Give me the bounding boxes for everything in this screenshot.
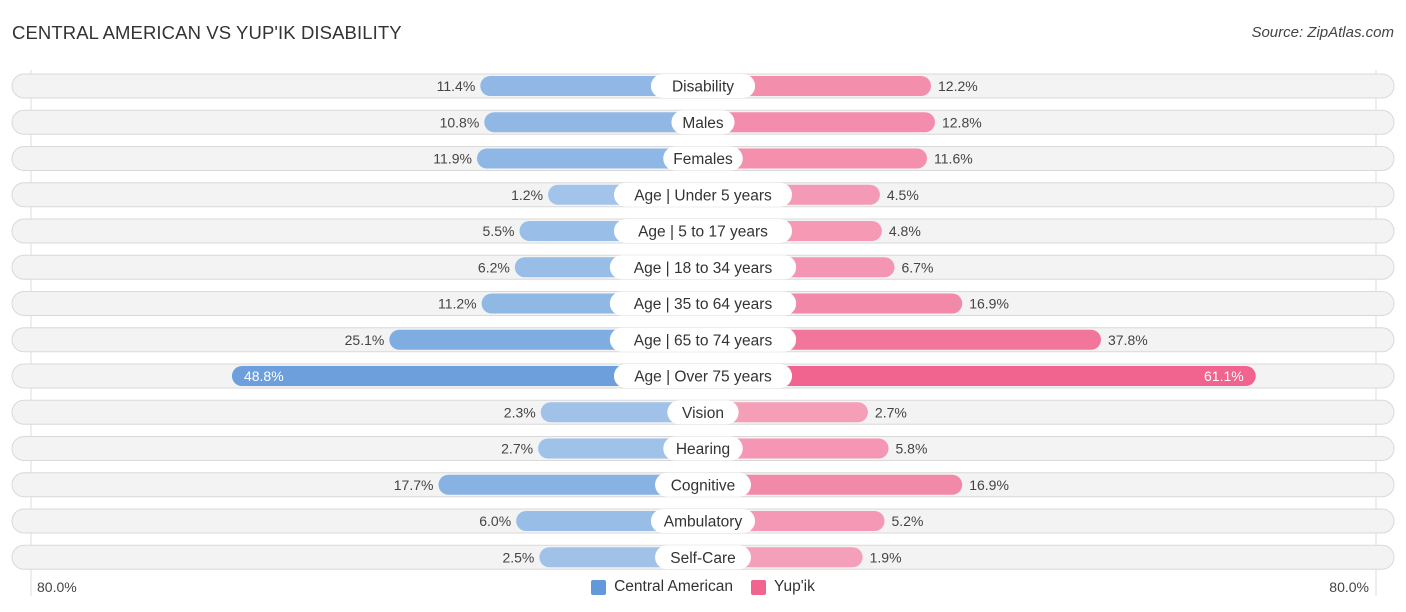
chart-row: 48.8% 61.1% Age | Over 75 years bbox=[11, 363, 1395, 389]
category-label: Age | 18 to 34 years bbox=[634, 260, 773, 277]
category-label: Vision bbox=[682, 405, 724, 422]
chart-row: 11.4% 12.2% Disability bbox=[11, 73, 1395, 99]
chart-row: 5.5% 4.8% Age | 5 to 17 years bbox=[11, 218, 1395, 244]
legend-swatch-central-american bbox=[591, 579, 607, 595]
value-label-yupik: 6.7% bbox=[901, 259, 933, 275]
bar-yupik bbox=[703, 112, 935, 133]
value-label-yupik: 16.9% bbox=[969, 296, 1009, 312]
chart-row: 2.5% 1.9% Self-Care bbox=[11, 544, 1395, 570]
value-label-yupik: 11.6% bbox=[934, 151, 973, 167]
value-label-yupik: 12.2% bbox=[938, 78, 978, 94]
chart-row: 2.3% 2.7% Vision bbox=[11, 399, 1395, 425]
chart-row: 2.7% 5.8% Hearing bbox=[11, 436, 1395, 461]
value-label-yupik: 4.5% bbox=[887, 187, 919, 203]
chart-row: 11.2% 16.9% Age | 35 to 64 years bbox=[11, 291, 1395, 316]
value-label-yupik: 2.7% bbox=[875, 404, 907, 420]
value-label-central-american: 17.7% bbox=[394, 477, 434, 493]
category-label: Age | 35 to 64 years bbox=[634, 296, 773, 313]
chart-row: 6.0% 5.2% Ambulatory bbox=[11, 508, 1395, 534]
value-label-central-american: 6.2% bbox=[478, 259, 510, 275]
value-label-yupik: 4.8% bbox=[889, 223, 921, 239]
chart-row: 11.9% 11.6% Females bbox=[11, 146, 1395, 171]
chart-row: 17.7% 16.9% Cognitive bbox=[11, 472, 1395, 498]
value-label-yupik: 61.1% bbox=[1204, 368, 1244, 384]
legend-label: Yup'ik bbox=[774, 578, 815, 595]
category-label: Disability bbox=[672, 79, 734, 96]
legend-item-yupik[interactable]: Yup'ik bbox=[751, 578, 815, 596]
category-label: Age | Over 75 years bbox=[634, 369, 772, 386]
value-label-central-american: 10.8% bbox=[440, 114, 480, 130]
value-label-central-american: 11.4% bbox=[437, 78, 476, 94]
category-label: Hearing bbox=[676, 441, 730, 458]
legend-swatch-yupik bbox=[751, 579, 766, 595]
value-label-central-american: 25.1% bbox=[345, 332, 385, 348]
value-label-yupik: 5.8% bbox=[896, 441, 928, 457]
category-label: Age | 5 to 17 years bbox=[638, 224, 768, 241]
chart-row: 25.1% 37.8% Age | 65 to 74 years bbox=[11, 327, 1395, 353]
bar-central-american bbox=[484, 112, 703, 133]
value-label-central-american: 48.8% bbox=[244, 368, 284, 384]
value-label-central-american: 2.3% bbox=[504, 404, 536, 420]
category-label: Age | Under 5 years bbox=[634, 187, 772, 204]
legend-item-central-american[interactable]: Central American bbox=[591, 578, 733, 596]
category-label: Males bbox=[682, 115, 724, 132]
value-label-central-american: 11.9% bbox=[433, 151, 472, 167]
legend-label: Central American bbox=[614, 578, 733, 595]
value-label-yupik: 16.9% bbox=[969, 477, 1009, 493]
category-label: Self-Care bbox=[670, 550, 735, 567]
value-label-central-american: 2.7% bbox=[501, 441, 533, 457]
diverging-bar-chart: 11.4% 12.2% Disability 10.8% 12.8% Males 11.9%… bbox=[11, 70, 1395, 596]
value-label-central-american: 6.0% bbox=[479, 513, 511, 529]
value-label-yupik: 5.2% bbox=[892, 513, 924, 529]
chart-row: 1.2% 4.5% Age | Under 5 years bbox=[11, 182, 1395, 208]
category-label: Age | 65 to 74 years bbox=[634, 332, 773, 349]
category-label: Cognitive bbox=[671, 477, 736, 494]
value-label-yupik: 37.8% bbox=[1108, 332, 1148, 348]
value-label-central-american: 5.5% bbox=[483, 223, 515, 239]
value-label-central-american: 11.2% bbox=[438, 296, 477, 312]
chart-row: 10.8% 12.8% Males bbox=[11, 109, 1395, 135]
value-label-yupik: 1.9% bbox=[870, 549, 902, 565]
category-label: Ambulatory bbox=[664, 514, 743, 531]
category-label: Females bbox=[673, 151, 733, 168]
chart-row: 6.2% 6.7% Age | 18 to 34 years bbox=[11, 254, 1395, 280]
value-label-central-american: 2.5% bbox=[502, 549, 534, 565]
value-label-yupik: 12.8% bbox=[942, 114, 982, 130]
value-label-central-american: 1.2% bbox=[511, 187, 543, 203]
legend: Central American Yup'ik bbox=[0, 578, 1406, 596]
